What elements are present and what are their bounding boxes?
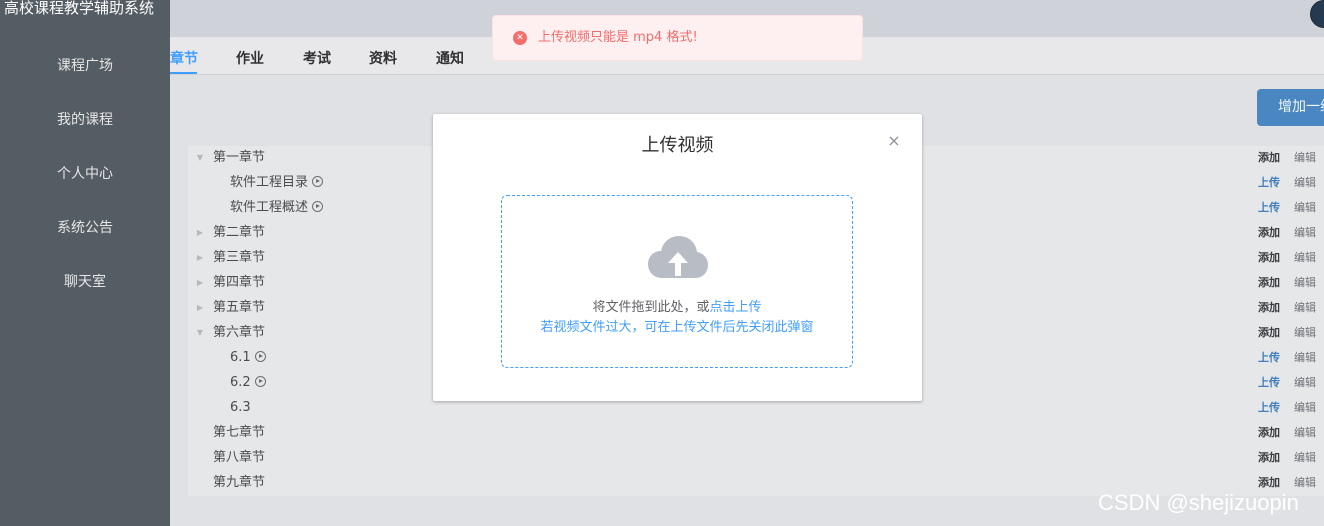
upload-video-dialog: 上传视频 × 将文件拖到此处，或点击上传 若视频文件过大，可在上传文件后先关闭此…: [433, 114, 922, 401]
drop-text: 将文件拖到此处，或: [592, 300, 710, 315]
close-icon[interactable]: ×: [887, 133, 901, 149]
upload-drop-zone[interactable]: 将文件拖到此处，或点击上传 若视频文件过大，可在上传文件后先关闭此弹窗: [501, 195, 853, 368]
error-circle-icon: ✕: [513, 31, 527, 45]
toast-message: 上传视频只能是 mp4 格式!: [538, 30, 698, 45]
error-toast: ✕ 上传视频只能是 mp4 格式!: [492, 15, 863, 61]
drop-instructions: 将文件拖到此处，或点击上传: [502, 299, 852, 317]
watermark: CSDN @shejizuopin: [1098, 490, 1299, 515]
dialog-title: 上传视频: [641, 135, 714, 156]
cloud-upload-icon: [648, 236, 708, 278]
upload-tip: 若视频文件过大，可在上传文件后先关闭此弹窗: [540, 320, 814, 335]
click-upload-link[interactable]: 点击上传: [710, 300, 762, 315]
